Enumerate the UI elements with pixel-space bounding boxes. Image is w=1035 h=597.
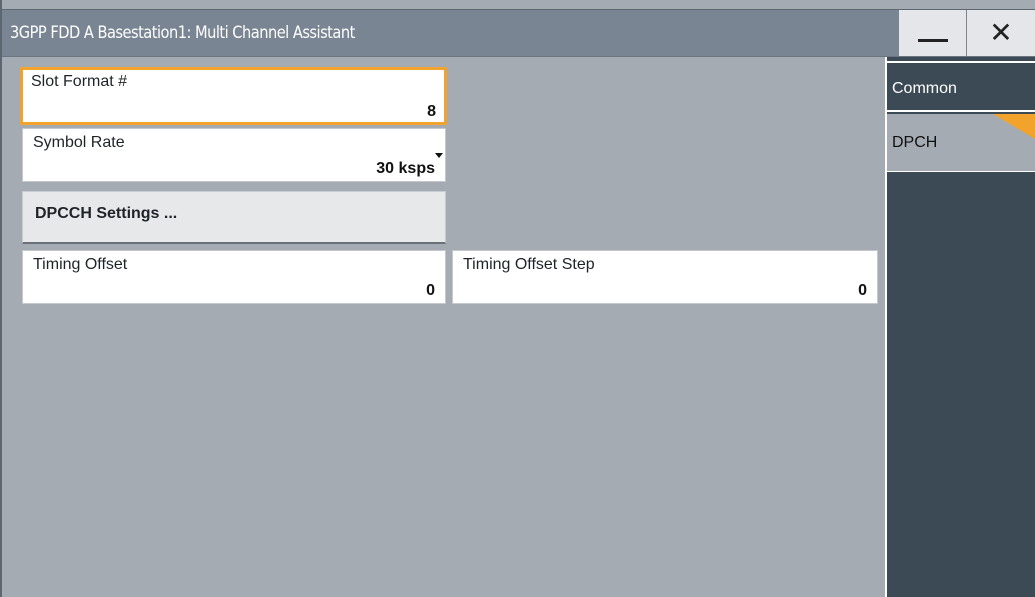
timing-offset-step-value: 0 [858,282,867,299]
symbol-rate-select[interactable]: Symbol Rate 30 ksps [22,128,446,182]
multi-channel-assistant-window: 3GPP FDD A Basestation1: Multi Channel A… [0,0,1035,597]
minimize-button[interactable] [898,10,966,56]
timing-offset-value: 0 [426,282,435,299]
close-button[interactable]: ✕ [966,10,1035,56]
dpch-settings-panel: Slot Format # 8 Symbol Rate 30 ksps DPCC… [2,57,885,597]
minimize-icon [918,39,948,42]
dpcch-settings-label: DPCCH Settings ... [35,205,178,222]
timing-offset-field[interactable]: Timing Offset 0 [22,250,446,304]
slot-format-value: 8 [427,103,436,120]
tab-common[interactable]: Common [887,61,1035,112]
window-title: 3GPP FDD A Basestation1: Multi Channel A… [10,23,355,43]
tab-common-label: Common [892,80,957,97]
dpcch-settings-button[interactable]: DPCCH Settings ... [22,191,446,244]
timing-offset-label: Timing Offset [33,256,128,273]
dropdown-arrow-icon [435,153,443,158]
tab-dpch-label: DPCH [892,134,938,151]
side-tab-bar: Common DPCH [885,57,1035,597]
slot-format-field[interactable]: Slot Format # 8 [20,67,447,125]
close-icon: ✕ [989,17,1013,48]
timing-offset-step-label: Timing Offset Step [463,256,595,273]
slot-format-label: Slot Format # [31,73,128,90]
title-bar: 3GPP FDD A Basestation1: Multi Channel A… [2,9,1035,57]
timing-offset-step-field[interactable]: Timing Offset Step 0 [452,250,878,304]
symbol-rate-value: 30 ksps [376,160,435,177]
selected-tab-marker-icon [993,114,1035,140]
symbol-rate-label: Symbol Rate [33,134,125,151]
tab-dpch[interactable]: DPCH [887,114,1035,172]
